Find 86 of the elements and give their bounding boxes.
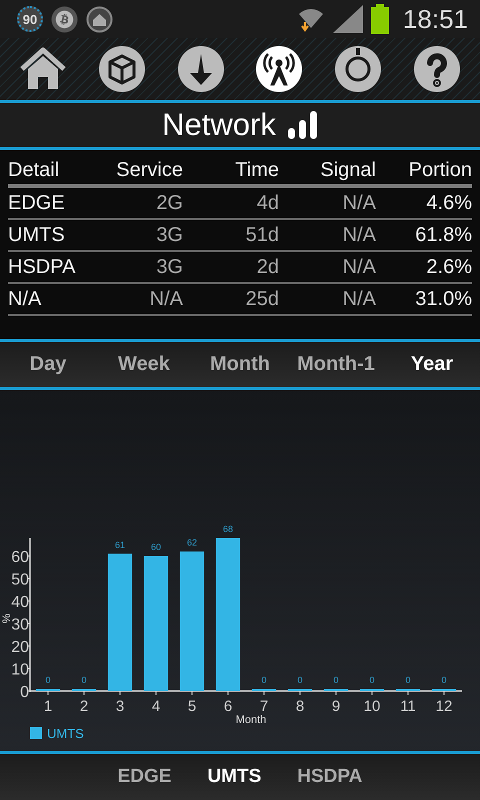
home-icon [86,6,113,32]
axis-tick-label: 60 [11,549,29,566]
axis-tick-label: 1 [44,698,52,715]
axis-tick-label: 40 [11,594,29,611]
axis-tick-label: 3 [116,698,124,715]
screen-title: Network [162,107,276,143]
home-icon [19,47,68,91]
table-cell-text: 61.8% [414,224,472,246]
signal-icon [332,5,363,33]
table-cell-text: N/A [342,288,376,310]
axis-tick-label: 30 [11,616,29,634]
table-cell-text: 3G [155,224,183,246]
period-tab[interactable]: Month [192,342,288,387]
table-cell-text: 31.0% [414,288,472,310]
column-header: Detail [8,158,60,182]
axis-tick-label: 0 [20,684,29,701]
cube-icon [98,45,146,93]
table-cell-text: UMTS [8,224,66,246]
table-cell-text: 51d [244,224,279,246]
legend-label: UMTS [47,726,84,741]
axis-tick-label: 8 [296,698,304,715]
toolbar-button[interactable] [96,44,147,94]
table-cell-text: N/A [8,288,42,310]
toolbar-button[interactable] [412,44,462,94]
period-tab[interactable]: Week [96,342,192,387]
axis-tick-label: 7 [260,698,268,715]
axis-tick-label: 20 [11,639,29,656]
axis-tick-label: 12 [436,698,452,715]
wifi-icon [296,6,325,32]
period-tab[interactable]: Year [384,342,480,387]
column-header: Portion [408,158,472,182]
table-cell-text: EDGE [8,192,66,214]
column-header: Signal [319,158,376,182]
table-cell-text: N/A [342,256,376,278]
data-label: 60 [151,542,161,552]
notification-badge: 90 [17,6,43,32]
table-cell-text: 2.6% [425,256,472,278]
axis-tick-label: 6 [224,698,232,715]
bitcoin-icon [51,6,78,32]
table-cell-text: HSDPA [8,256,76,278]
axis-tick-label: 10 [364,698,380,715]
axis-tick-label: 9 [332,698,340,715]
data-label: 0 [334,675,338,685]
table-cell-text: 2d [256,256,279,278]
data-label: 0 [262,675,266,685]
data-label: 0 [370,675,374,685]
axis-title: Month [236,714,266,726]
toolbar-button[interactable] [332,44,383,94]
table-cell-text: 2G [155,192,183,214]
axis-title: % [1,614,13,624]
antenna-icon [255,45,304,93]
table-cell-text: N/A [342,192,376,214]
table-cell-text: 4.6% [425,192,472,214]
period-tab[interactable]: Day [0,342,96,387]
clock: 18:51 [402,4,468,34]
data-label: 61 [115,540,125,550]
axis-tick-label: 4 [152,698,160,715]
axis-tick-label: 10 [11,662,29,678]
table-cell-text: N/A [342,224,376,246]
signal-bars-icon [288,111,318,139]
table-cell-text: 25d [244,288,279,310]
data-label: 0 [298,675,302,685]
help-icon [412,45,461,93]
toolbar-button[interactable] [176,44,226,94]
period-tab[interactable]: Month-1 [288,342,384,387]
column-header: Service [115,158,183,182]
data-label: 0 [46,675,50,685]
axis-tick-label: 5 [188,698,196,715]
toolbar-button[interactable] [254,44,304,94]
network-tab[interactable]: EDGE [114,754,176,800]
data-label: 62 [187,538,197,548]
data-label: 0 [406,675,410,685]
data-label: 0 [442,675,446,685]
ring-icon [334,45,382,93]
table-cell-text: 4d [256,192,279,214]
axis-tick-label: 50 [11,572,29,588]
table-cell-text: N/A [148,288,183,310]
battery-icon [370,4,389,34]
axis-tick-label: 11 [400,698,416,715]
column-header: Time [234,158,279,182]
data-label: 0 [82,675,86,685]
network-tab[interactable]: HSDPA [293,754,366,800]
axis-tick-label: 2 [80,698,88,715]
table-cell-text: 3G [155,256,183,278]
data-label: 68 [223,524,233,534]
network-tab[interactable]: UMTS [203,754,266,800]
